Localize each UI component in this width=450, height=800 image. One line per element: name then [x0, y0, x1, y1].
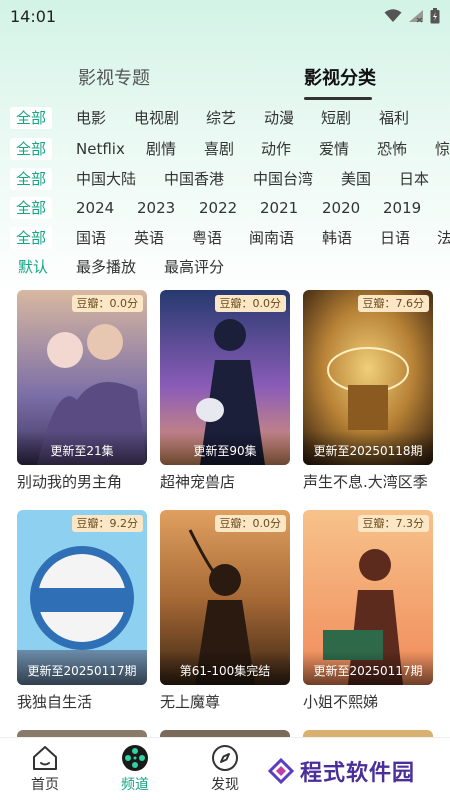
status-icons — [384, 8, 440, 24]
watermark: 程式软件园 — [268, 756, 415, 786]
status-bar: 14:01 — [0, 0, 450, 32]
tab-topics[interactable]: 影视专题 — [78, 64, 150, 90]
nav-home[interactable]: 首页 — [15, 744, 75, 794]
sort-default[interactable]: 默认 — [18, 256, 48, 278]
rating-badge: 豆瓣：0.0分 — [214, 515, 286, 532]
filter-chip[interactable]: 闽南语 — [249, 227, 294, 249]
update-status: 更新至90集 — [160, 431, 290, 465]
card-title[interactable]: 别动我的男主角 — [17, 471, 147, 492]
watermark-logo-icon — [268, 758, 294, 784]
filter-chip[interactable]: 日本 — [399, 168, 429, 190]
filter-chip[interactable]: 2019 — [383, 197, 421, 219]
nav-home-label: 首页 — [31, 777, 59, 793]
filter-chip[interactable]: 英语 — [134, 227, 164, 249]
rating-badge: 豆瓣：7.3分 — [357, 515, 429, 532]
filter-chip[interactable]: 国语 — [76, 227, 106, 249]
nav-discover-label: 发现 — [211, 777, 239, 793]
filter-chip[interactable]: 喜剧 — [204, 138, 234, 160]
filter-chip[interactable]: 2023 — [137, 197, 175, 219]
video-card[interactable]: 豆瓣：0.0分 更新至90集 超神宠兽店 — [160, 290, 290, 492]
filter-row-type: 全部 电影 电视剧 综艺 动漫 短剧 福利 — [0, 104, 450, 132]
filter-chip[interactable]: 2020 — [322, 197, 360, 219]
poster-image[interactable]: 豆瓣：0.0分 更新至90集 — [160, 290, 290, 465]
battery-icon — [430, 8, 440, 24]
filter-chip[interactable]: 福利 — [379, 107, 409, 129]
filter-chip[interactable]: 恐怖 — [377, 138, 407, 160]
filter-chip[interactable]: 中国台湾 — [253, 168, 313, 190]
filter-chip[interactable]: 中国香港 — [164, 168, 224, 190]
wifi-icon — [384, 9, 402, 22]
video-card[interactable]: 豆瓣：0.0分 第61-100集完结 无上魔尊 — [160, 510, 290, 712]
tab-categories[interactable]: 影视分类 — [304, 64, 376, 90]
rating-badge: 豆瓣：0.0分 — [214, 295, 286, 312]
poster-image[interactable]: 豆瓣：0.0分 第61-100集完结 — [160, 510, 290, 685]
filter-chip[interactable]: 爱情 — [319, 138, 349, 160]
filter-chip-year-all[interactable]: 全部 — [10, 197, 53, 219]
card-title[interactable]: 超神宠兽店 — [160, 471, 290, 492]
filter-row-year: 全部 2024 2023 2022 2021 2020 2019 — [0, 194, 450, 222]
update-status: 更新至21集 — [17, 431, 147, 465]
active-tab-indicator — [304, 97, 372, 100]
rating-badge: 豆瓣：7.6分 — [357, 295, 429, 312]
poster-image[interactable]: 豆瓣：9.2分 更新至20250117期 — [17, 510, 147, 685]
film-reel-icon — [122, 745, 148, 771]
signal-icon — [409, 10, 423, 23]
nav-channel-label: 频道 — [121, 777, 149, 793]
video-card[interactable]: 豆瓣：7.6分 更新至20250118期 声生不息.大湾区季 — [303, 290, 433, 492]
card-title[interactable]: 我独自生活 — [17, 691, 147, 712]
filter-chip[interactable]: 日语 — [380, 227, 410, 249]
nav-channel[interactable]: 频道 — [105, 744, 165, 794]
filter-row-genre: 全部 Netflix 剧情 喜剧 动作 爱情 恐怖 惊 — [0, 135, 450, 163]
filter-chip[interactable]: 粤语 — [192, 227, 222, 249]
filter-row-language: 全部 国语 英语 粤语 闽南语 韩语 日语 法 — [0, 224, 450, 252]
filter-chip-type-all[interactable]: 全部 — [10, 107, 53, 129]
home-icon — [33, 746, 57, 770]
filter-chip[interactable]: 剧情 — [146, 138, 176, 160]
sort-top-rated[interactable]: 最高评分 — [164, 256, 224, 278]
filter-chip[interactable]: 综艺 — [206, 107, 236, 129]
filter-chip-language-all[interactable]: 全部 — [10, 227, 53, 249]
filter-chip[interactable]: 电影 — [76, 107, 106, 129]
filter-chip[interactable]: 中国大陆 — [76, 168, 136, 190]
filter-chip[interactable]: 韩语 — [322, 227, 352, 249]
update-status: 更新至20250118期 — [303, 431, 433, 465]
card-title[interactable]: 小姐不熙娣 — [303, 691, 433, 712]
filter-row-region: 全部 中国大陆 中国香港 中国台湾 美国 日本 — [0, 165, 450, 193]
filter-chip[interactable]: 2022 — [199, 197, 237, 219]
poster-image[interactable]: 豆瓣：7.6分 更新至20250118期 — [303, 290, 433, 465]
compass-icon — [212, 745, 238, 771]
update-status: 更新至20250117期 — [303, 651, 433, 685]
video-card[interactable]: 豆瓣：7.3分 更新至20250117期 小姐不熙娣 — [303, 510, 433, 712]
filter-chip[interactable]: 动作 — [261, 138, 291, 160]
poster-image[interactable]: 豆瓣：7.3分 更新至20250117期 — [303, 510, 433, 685]
rating-badge: 豆瓣：9.2分 — [71, 515, 143, 532]
filter-chip[interactable]: 短剧 — [321, 107, 351, 129]
card-title[interactable]: 声生不息.大湾区季 — [303, 471, 433, 492]
filter-chip[interactable]: 2024 — [76, 197, 114, 219]
update-status: 第61-100集完结 — [160, 651, 290, 685]
video-card[interactable]: 豆瓣：9.2分 更新至20250117期 我独自生活 — [17, 510, 147, 712]
update-status: 更新至20250117期 — [17, 651, 147, 685]
filter-row-sort: 默认 最多播放 最高评分 — [0, 253, 450, 281]
filter-chip-region-all[interactable]: 全部 — [10, 168, 53, 190]
nav-discover[interactable]: 发现 — [195, 744, 255, 794]
filter-chip[interactable]: 美国 — [341, 168, 371, 190]
top-tabs: 影视专题 影视分类 — [0, 64, 450, 100]
filter-chip-genre-all[interactable]: 全部 — [10, 138, 53, 160]
filter-chip[interactable]: 动漫 — [264, 107, 294, 129]
filter-chip[interactable]: 2021 — [260, 197, 298, 219]
filter-chip[interactable]: 电视剧 — [134, 107, 179, 129]
card-title[interactable]: 无上魔尊 — [160, 691, 290, 712]
watermark-text: 程式软件园 — [300, 761, 416, 786]
filter-chip[interactable]: 惊 — [435, 138, 450, 160]
filter-chip[interactable]: 法 — [437, 227, 450, 249]
filter-chip[interactable]: Netflix — [76, 138, 125, 160]
poster-image[interactable]: 豆瓣：0.0分 更新至21集 — [17, 290, 147, 465]
sort-most-played[interactable]: 最多播放 — [76, 256, 136, 278]
rating-badge: 豆瓣：0.0分 — [71, 295, 143, 312]
video-card[interactable]: 豆瓣：0.0分 更新至21集 别动我的男主角 — [17, 290, 147, 492]
status-time: 14:01 — [10, 6, 57, 26]
